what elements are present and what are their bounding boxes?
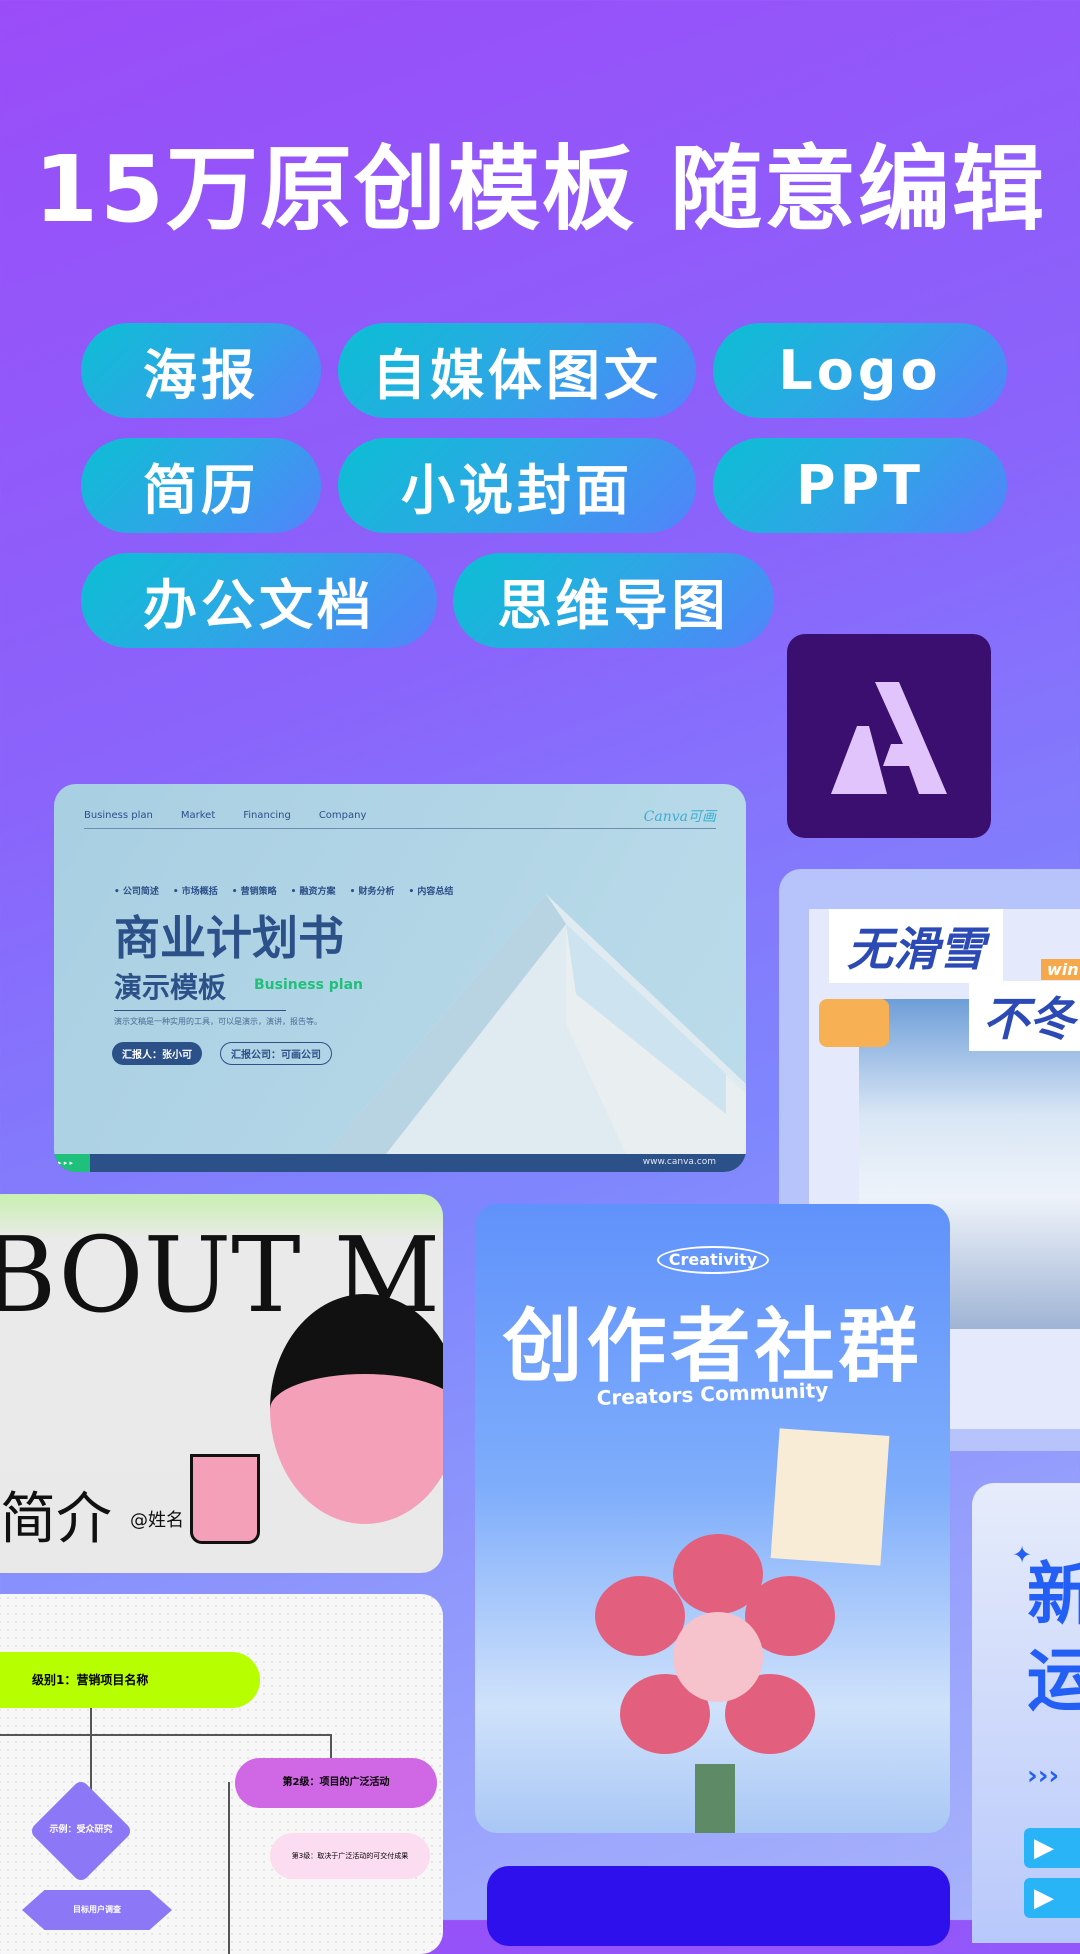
- play-arrows-icon: ▸ ▸ ▸: [54, 1154, 90, 1172]
- xin-title: 新 运: [1027, 1556, 1080, 1721]
- building-image: [326, 894, 746, 1154]
- notepad-illustration: [770, 1428, 890, 1566]
- nav-item: Market: [180, 810, 216, 821]
- bullet: • 融资方案: [290, 887, 336, 897]
- slide-bullets: • 公司简述 • 市场概括 • 营销策略 • 融资方案 • 财务分析 • 内容总…: [114, 884, 453, 897]
- about-cn-title: 简介: [0, 1487, 112, 1552]
- slide-description: 演示文稿是一种实用的工具，可以是演示，演讲，报告等。: [114, 1017, 322, 1026]
- category-logo[interactable]: Logo: [713, 323, 1007, 418]
- category-novel-cover[interactable]: 小说封面: [338, 438, 696, 533]
- mindmap-level2: 第2级：项目的广泛活动: [235, 1758, 437, 1808]
- headline: 15万原创模板 随意编辑: [33, 136, 1047, 243]
- slide-title: 商业计划书: [114, 911, 344, 965]
- reporter-tag: 汇报人：张小可: [112, 1042, 202, 1065]
- nav-item: Business plan: [84, 810, 153, 821]
- divider: [84, 828, 716, 829]
- slide-subtitle: 演示模板: [114, 971, 227, 1004]
- slide-footer: ▸ ▸ ▸ www.canva.com: [54, 1154, 746, 1172]
- creativity-badge: Creativity: [657, 1246, 769, 1274]
- ski-title-line1: 无滑雪: [829, 909, 1003, 983]
- play-circle-icon: ▶: [1024, 1828, 1080, 1868]
- category-mind-map[interactable]: 思维导图: [453, 553, 774, 648]
- slide-subtitle-en: Business plan: [254, 977, 364, 993]
- play-circle-icon: ▶: [1024, 1878, 1080, 1918]
- bubble-tea-illustration: [190, 1454, 260, 1544]
- template-card-blue-grid[interactable]: [487, 1866, 950, 1946]
- category-office-docs[interactable]: 办公文档: [81, 553, 437, 648]
- template-card-about-me[interactable]: BOUT M 简介 @姓名: [0, 1194, 443, 1573]
- category-social-media[interactable]: 自媒体图文: [338, 323, 696, 418]
- bullet: • 营销策略: [231, 887, 277, 897]
- template-card-new[interactable]: ✦ 新 运 ››› ▶ ▶: [972, 1483, 1080, 1943]
- girl-illustration: [270, 1294, 443, 1524]
- bullet: • 财务分析: [349, 887, 395, 897]
- mindmap-level1: 级别1：营销项目名称: [0, 1652, 260, 1708]
- bullet: • 内容总结: [408, 887, 454, 897]
- canva-brand: Canva可画: [643, 809, 716, 825]
- bullet: • 公司简述: [114, 887, 159, 897]
- mindmap-diamond-label: 示例：受众研究: [49, 1825, 113, 1835]
- ski-tag: win: [1041, 959, 1080, 980]
- xin-arrows: ›››: [1027, 1761, 1060, 1791]
- connector: [330, 1734, 332, 1760]
- flower-stem: [695, 1764, 735, 1833]
- app-logo: [787, 634, 991, 838]
- nav-item: Company: [318, 810, 367, 821]
- template-card-creators-community[interactable]: Creativity 创作者社群 Creators Community: [475, 1204, 950, 1833]
- mindmap-level3: 第3级：取决于广泛活动的可交付成果: [270, 1833, 430, 1879]
- camera-icon: [819, 999, 889, 1047]
- ski-title-line2: 不冬: [969, 981, 1080, 1051]
- app-logo-icon: [831, 682, 947, 794]
- divider: [114, 1010, 286, 1011]
- bullet: • 市场概括: [172, 887, 218, 897]
- connector: [228, 1782, 230, 1954]
- mindmap-hexagon: 目标用户调查: [22, 1890, 172, 1930]
- template-card-mind-map[interactable]: 级别1：营销项目名称 示例：受众研究 第2级：项目的广泛活动 第3级：取决于广泛…: [0, 1594, 443, 1954]
- nav-item: Financing: [243, 810, 291, 821]
- template-card-business-plan[interactable]: Business plan Market Financing Company C…: [54, 784, 746, 1172]
- flower-petal: [595, 1576, 685, 1656]
- connector: [0, 1734, 332, 1736]
- footer-url: www.canva.com: [642, 1157, 716, 1167]
- slide-nav: Business plan Market Financing Company: [84, 810, 366, 821]
- category-poster[interactable]: 海报: [81, 323, 321, 418]
- category-ppt[interactable]: PPT: [713, 438, 1007, 533]
- flower-face: [673, 1612, 763, 1702]
- company-tag: 汇报公司：可画公司: [220, 1042, 332, 1065]
- category-resume[interactable]: 简历: [81, 438, 321, 533]
- about-name: @姓名: [130, 1510, 184, 1531]
- connector: [90, 1708, 92, 1798]
